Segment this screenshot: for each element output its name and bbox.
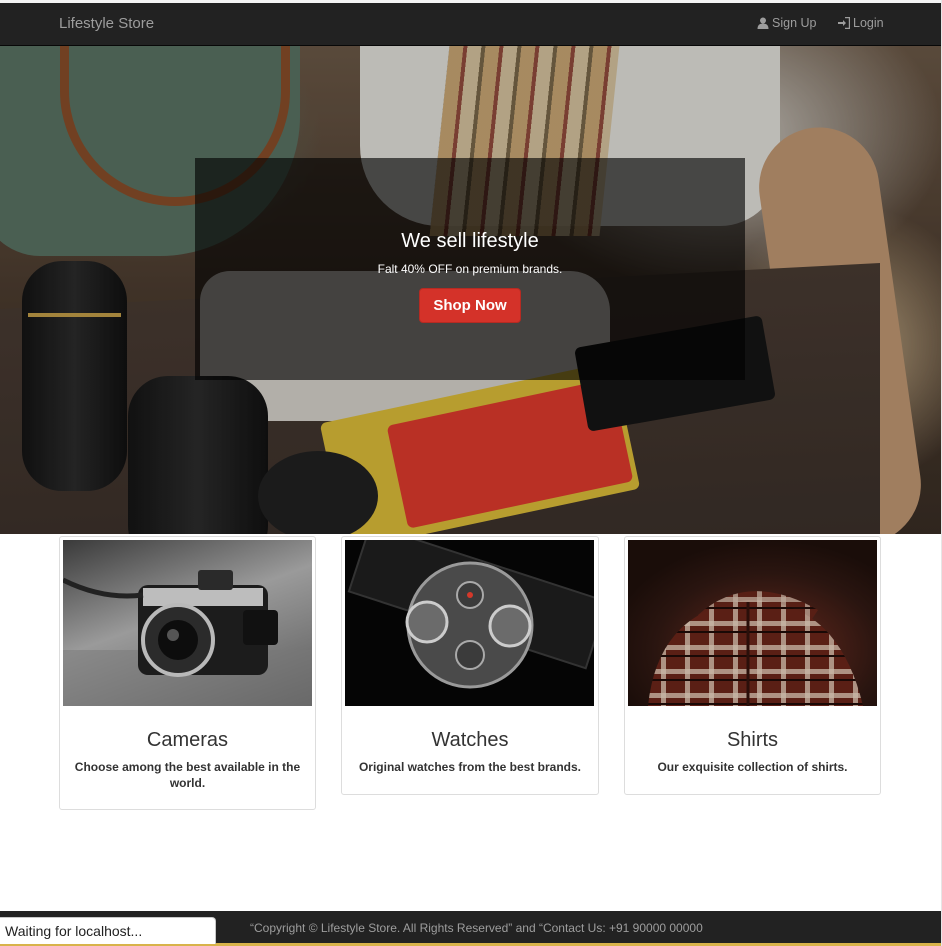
product-card-shirts[interactable]: Shirts Our exquisite collection of shirt… [624, 536, 881, 795]
product-description: Choose among the best available in the w… [74, 760, 301, 790]
hero-banner: We sell lifestyle Falt 40% OFF on premiu… [195, 158, 745, 380]
signup-link[interactable]: Sign Up [757, 16, 816, 30]
hero-section: We sell lifestyle Falt 40% OFF on premiu… [0, 46, 942, 534]
user-icon [757, 17, 769, 29]
login-link[interactable]: Login [838, 16, 884, 30]
hero-title: We sell lifestyle [401, 230, 539, 252]
product-card-cameras[interactable]: Cameras Choose among the best available … [59, 536, 316, 810]
watches-image[interactable] [345, 540, 594, 706]
brand-link[interactable]: Lifestyle Store [59, 15, 154, 32]
watch-icon [347, 540, 594, 689]
navbar: Lifestyle Store Sign Up Login [0, 3, 942, 46]
product-title: Cameras [146, 729, 229, 751]
product-description: Our exquisite collection of shirts. [657, 760, 848, 774]
product-title: Shirts [726, 729, 779, 751]
login-icon [838, 17, 850, 29]
shop-now-button[interactable]: Shop Now [419, 288, 521, 323]
product-card-watches[interactable]: Watches Original watches from the best b… [341, 536, 599, 795]
login-label: Login [853, 16, 884, 30]
shirt-icon [648, 591, 863, 706]
shirts-image[interactable] [628, 540, 877, 706]
product-title: Watches [431, 729, 509, 751]
signup-label: Sign Up [772, 16, 817, 30]
cameras-image[interactable] [63, 540, 312, 706]
hero-subtitle: Falt 40% OFF on premium brands. [377, 262, 563, 276]
product-description: Original watches from the best brands. [358, 760, 582, 774]
camera-icon [63, 570, 312, 706]
footer-copyright: “Copyright © Lifestyle Store. All Rights… [250, 921, 703, 935]
browser-status-bubble: Waiting for localhost... [0, 917, 216, 944]
